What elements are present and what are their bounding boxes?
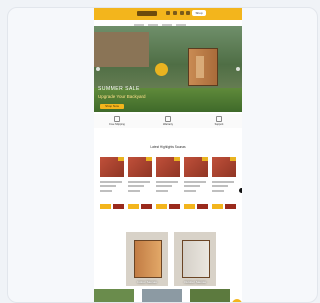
buy-now-button[interactable] bbox=[225, 204, 236, 209]
product-name bbox=[184, 181, 206, 183]
sale-tag bbox=[146, 157, 152, 161]
product-price bbox=[128, 190, 140, 192]
category-image bbox=[134, 240, 162, 278]
hero-subtitle: Upgrade Your Backyard bbox=[98, 94, 146, 99]
product-price bbox=[156, 190, 168, 192]
feature-item: Free Shipping bbox=[102, 116, 132, 126]
brand-logo[interactable] bbox=[137, 11, 157, 16]
product-name bbox=[212, 181, 234, 183]
feature-item: Warranty bbox=[153, 116, 183, 126]
hero-sauna-door bbox=[196, 56, 204, 78]
gallery-image[interactable] bbox=[142, 289, 182, 302]
product-card[interactable] bbox=[212, 157, 236, 213]
product-name bbox=[128, 181, 150, 183]
category-label: Indoor Saunas bbox=[137, 280, 157, 284]
category-image bbox=[182, 240, 210, 278]
product-detail bbox=[100, 185, 116, 187]
sale-tag bbox=[174, 157, 180, 161]
sale-tag bbox=[202, 157, 208, 161]
support-icon bbox=[216, 116, 222, 122]
feature-item: Support bbox=[204, 116, 234, 126]
carousel-next-icon[interactable] bbox=[239, 188, 242, 193]
cart-icon[interactable] bbox=[186, 11, 190, 15]
sale-tag bbox=[118, 157, 124, 161]
hero-title: SUMMER SALE bbox=[98, 86, 140, 92]
product-detail bbox=[212, 185, 228, 187]
product-detail bbox=[128, 185, 144, 187]
gallery-image[interactable] bbox=[190, 289, 230, 302]
product-card[interactable] bbox=[156, 157, 180, 213]
hero-cta-button[interactable]: Shop Now bbox=[100, 104, 124, 109]
product-carousel bbox=[100, 157, 238, 213]
product-detail bbox=[184, 185, 200, 187]
add-to-cart-button[interactable] bbox=[212, 204, 223, 209]
product-price bbox=[184, 190, 196, 192]
section-title: Latest Highlights Saunas bbox=[150, 145, 186, 149]
category-label: Outdoor Saunas bbox=[184, 280, 206, 284]
buy-now-button[interactable] bbox=[141, 204, 152, 209]
wishlist-icon[interactable] bbox=[180, 11, 184, 15]
add-to-cart-button[interactable] bbox=[100, 204, 111, 209]
buy-now-button[interactable] bbox=[113, 204, 124, 209]
search-icon[interactable] bbox=[173, 11, 177, 15]
add-to-cart-button[interactable] bbox=[184, 204, 195, 209]
buy-now-button[interactable] bbox=[169, 204, 180, 209]
product-name bbox=[100, 181, 122, 183]
carousel-prev-icon[interactable] bbox=[96, 67, 100, 71]
feature-label: Warranty bbox=[162, 123, 174, 126]
hero-background-house bbox=[94, 32, 149, 67]
account-icon[interactable] bbox=[166, 11, 170, 15]
add-to-cart-button[interactable] bbox=[128, 204, 139, 209]
warranty-icon bbox=[165, 116, 171, 122]
category-tile-outdoor[interactable]: Outdoor Saunas bbox=[174, 232, 216, 286]
sale-badge-icon bbox=[155, 63, 168, 76]
top-header: Shop bbox=[94, 8, 242, 20]
product-card[interactable] bbox=[128, 157, 152, 213]
features-bar: Free Shipping Warranty Support bbox=[94, 114, 242, 128]
preview-frame: Shop SUMMER SALE Upgrade Your Backyard S… bbox=[7, 7, 318, 303]
bottom-gallery bbox=[94, 289, 242, 302]
webpage: Shop SUMMER SALE Upgrade Your Backyard S… bbox=[94, 8, 242, 302]
gallery-image[interactable] bbox=[94, 289, 134, 302]
product-name bbox=[156, 181, 178, 183]
truck-icon bbox=[114, 116, 120, 122]
product-price bbox=[100, 190, 112, 192]
product-card[interactable] bbox=[184, 157, 208, 213]
product-card[interactable] bbox=[100, 157, 124, 213]
feature-label: Support bbox=[214, 123, 224, 126]
sale-tag bbox=[230, 157, 236, 161]
add-to-cart-button[interactable] bbox=[156, 204, 167, 209]
hero-banner: SUMMER SALE Upgrade Your Backyard Shop N… bbox=[94, 26, 242, 112]
buy-now-button[interactable] bbox=[197, 204, 208, 209]
category-tile-indoor[interactable]: Indoor Saunas bbox=[126, 232, 168, 286]
product-price bbox=[212, 190, 224, 192]
shop-button[interactable]: Shop bbox=[192, 10, 206, 16]
feature-label: Free Shipping bbox=[109, 123, 125, 126]
product-detail bbox=[156, 185, 172, 187]
chat-icon[interactable] bbox=[232, 299, 242, 302]
carousel-next-icon[interactable] bbox=[236, 67, 240, 71]
